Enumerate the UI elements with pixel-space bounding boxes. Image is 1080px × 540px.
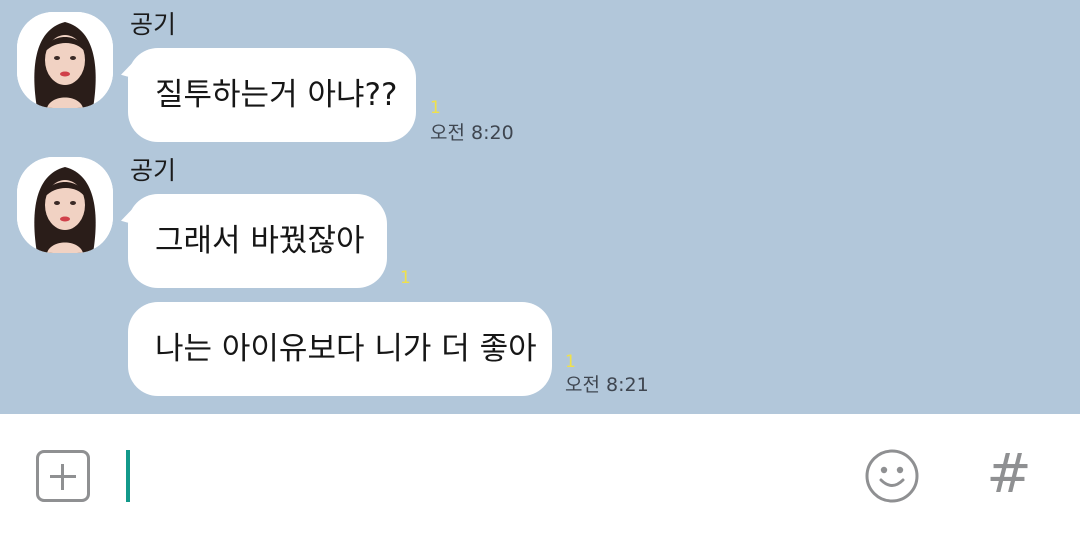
profile-photo-icon xyxy=(17,157,113,253)
sender-name: 공기 xyxy=(130,156,177,185)
hashtag-icon[interactable]: # xyxy=(984,442,1034,506)
profile-avatar[interactable] xyxy=(17,12,113,108)
smiley-icon[interactable] xyxy=(864,448,920,504)
message-time: 오전 8:20 xyxy=(430,122,514,144)
unread-count: 1 xyxy=(565,352,576,372)
message-input-bar: # xyxy=(0,414,1080,540)
message-bubble[interactable]: 나는 아이유보다 니가 더 좋아 xyxy=(128,302,552,396)
message-bubble[interactable]: 그래서 바꿨잖아 xyxy=(128,194,387,288)
plus-square-icon[interactable] xyxy=(36,450,90,502)
sender-name: 공기 xyxy=(130,10,177,39)
unread-count: 1 xyxy=(400,268,411,288)
message-input-cursor[interactable] xyxy=(126,450,130,502)
message-bubble[interactable]: 질투하는거 아냐?? xyxy=(128,48,416,142)
profile-avatar[interactable] xyxy=(17,157,113,253)
message-time: 오전 8:21 xyxy=(565,374,649,396)
chat-area[interactable]: 공기 질투하는거 아냐?? 1 오전 8:20 공기 그래서 바꿨잖아 1 나는… xyxy=(0,0,1080,414)
unread-count: 1 xyxy=(430,98,441,118)
profile-photo-icon xyxy=(17,12,113,108)
